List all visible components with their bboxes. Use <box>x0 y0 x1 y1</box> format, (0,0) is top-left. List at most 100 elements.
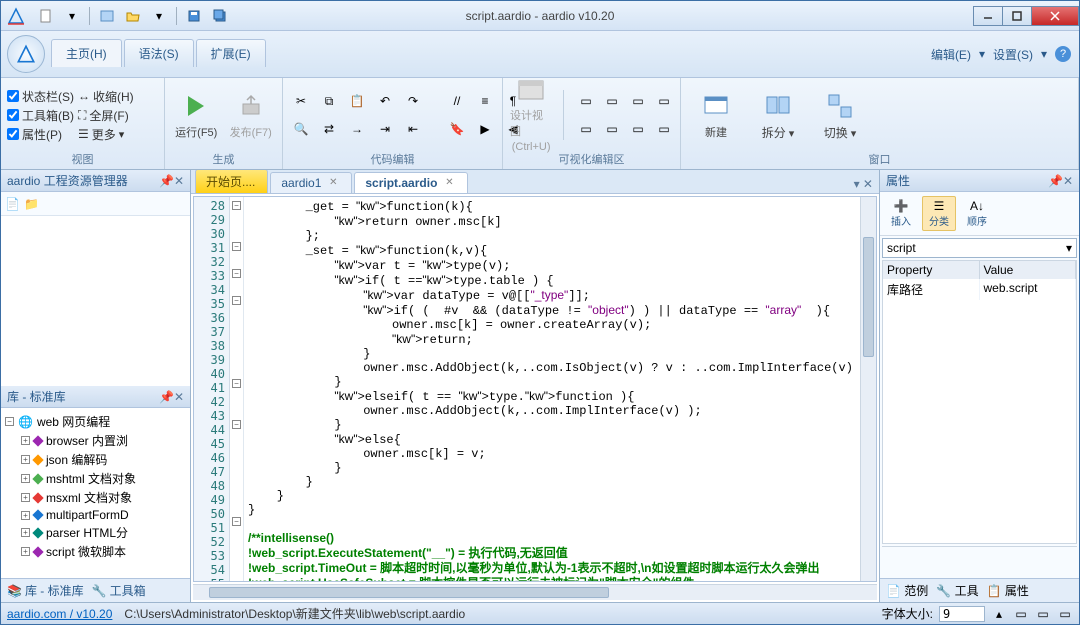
tree-item[interactable]: +mshtml 文档对象 <box>3 469 188 488</box>
align3-icon[interactable]: ▭ <box>626 89 650 113</box>
close-panel-icon[interactable]: ✕ <box>1063 174 1073 188</box>
qat-new-icon[interactable] <box>35 5 57 27</box>
close-tab-icon[interactable]: ✕ <box>443 177 455 189</box>
pin-icon[interactable]: 📌 <box>159 390 174 404</box>
qat-open-icon[interactable] <box>122 5 144 27</box>
code-editor[interactable]: _get = "kw">function(k){ "kw">return own… <box>244 197 860 581</box>
tree-item[interactable]: +script 微软脚本 <box>3 542 188 561</box>
outdent-icon[interactable]: ⇤ <box>401 117 425 141</box>
align2-icon[interactable]: ▭ <box>600 89 624 113</box>
align8-icon[interactable]: ▭ <box>652 117 676 141</box>
copy-icon[interactable]: ⧉ <box>317 89 341 113</box>
tree-item[interactable]: +browser 内置浏 <box>3 431 188 450</box>
prop-classify-button[interactable]: ☰分类 <box>922 196 956 231</box>
tree-root[interactable]: −🌐web 网页编程 <box>3 412 188 431</box>
tabs-dropdown-icon[interactable]: ▾ ✕ <box>848 175 879 193</box>
tree-item[interactable]: +json 编解码 <box>3 450 188 469</box>
sb-icon3[interactable]: ▭ <box>1057 606 1073 622</box>
rtab-tools[interactable]: 🔧 工具 <box>936 582 978 599</box>
align1-icon[interactable]: ▭ <box>574 89 598 113</box>
close-panel-icon[interactable]: ✕ <box>174 174 184 188</box>
check-toolbox[interactable]: 工具箱(B) <box>7 107 74 124</box>
prop-insert-button[interactable]: ➕插入 <box>884 196 918 231</box>
next-bm-icon[interactable]: ▶ <box>473 117 497 141</box>
goto-icon[interactable]: → <box>345 117 369 141</box>
uncomment-icon[interactable]: ≡ <box>473 89 497 113</box>
prop-object-select[interactable]: script▾ <box>882 238 1077 258</box>
cut-icon[interactable]: ✂ <box>289 89 313 113</box>
publish-button[interactable]: 发布(F7) <box>226 82 277 148</box>
check-props[interactable]: 属性(P) <box>7 126 74 143</box>
props-panel-title: 属性 <box>886 172 1048 189</box>
prop-col-property: Property <box>883 261 980 279</box>
close-tab-icon[interactable]: ✕ <box>327 177 339 189</box>
redo-icon[interactable]: ↷ <box>401 89 425 113</box>
chevron-down-icon: ▾ <box>1066 241 1072 255</box>
bottom-tab-toolbox[interactable]: 🔧 工具箱 <box>92 582 146 599</box>
prop-row-value[interactable]: web.script <box>980 279 1077 300</box>
sb-icon2[interactable]: ▭ <box>1035 606 1051 622</box>
close-panel-icon[interactable]: ✕ <box>174 390 184 404</box>
sb-icon1[interactable]: ▭ <box>1013 606 1029 622</box>
bookmark-icon[interactable]: 🔖 <box>445 117 469 141</box>
undo-icon[interactable]: ↶ <box>373 89 397 113</box>
qat-save-icon[interactable] <box>183 5 205 27</box>
minimize-button[interactable] <box>973 6 1003 26</box>
vertical-scrollbar[interactable] <box>860 197 876 581</box>
comment-icon[interactable]: // <box>445 89 469 113</box>
btn-collapse[interactable]: ↔收缩(H) <box>78 88 134 105</box>
replace-icon[interactable]: ⇄ <box>317 117 341 141</box>
group-view-label: 视图 <box>7 149 158 169</box>
tab-syntax[interactable]: 语法(S) <box>124 39 194 67</box>
tree-item[interactable]: +multipartFormD <box>3 507 188 523</box>
maximize-button[interactable] <box>1002 6 1032 26</box>
pin-icon[interactable]: 📌 <box>1048 174 1063 188</box>
qat-dropdown2-icon[interactable]: ▾ <box>148 5 170 27</box>
indent-icon[interactable]: ⇥ <box>373 117 397 141</box>
font-size-input[interactable]: 9 <box>939 606 985 622</box>
check-statusbar[interactable]: 状态栏(S) <box>7 88 74 105</box>
tab-home[interactable]: 主页(H) <box>51 39 122 67</box>
status-link[interactable]: aardio.com / v10.20 <box>7 607 112 621</box>
prop-order-button[interactable]: A↓顺序 <box>960 196 994 231</box>
doc-tab-aardio1[interactable]: aardio1✕ <box>270 172 352 193</box>
find-icon[interactable]: 🔍 <box>289 117 313 141</box>
project-tb2-icon[interactable]: 📁 <box>24 197 39 211</box>
btn-more[interactable]: ☰更多▾ <box>78 126 134 143</box>
help-icon[interactable]: ? <box>1055 46 1071 62</box>
align6-icon[interactable]: ▭ <box>600 117 624 141</box>
tab-extend[interactable]: 扩展(E) <box>196 39 266 67</box>
switch-button[interactable]: 切换 ▾ <box>811 82 869 148</box>
align7-icon[interactable]: ▭ <box>626 117 650 141</box>
align5-icon[interactable]: ▭ <box>574 117 598 141</box>
tree-item[interactable]: +msxml 文档对象 <box>3 488 188 507</box>
menu-settings[interactable]: 设置(S) <box>993 46 1033 63</box>
pin-icon[interactable]: 📌 <box>159 174 174 188</box>
menu-edit[interactable]: 编辑(E) <box>931 46 971 63</box>
fold-column[interactable]: −−−−−−− <box>230 197 244 581</box>
app-menu-button[interactable] <box>7 35 45 73</box>
qat-saveall-icon[interactable] <box>209 5 231 27</box>
split-button[interactable]: 拆分 ▾ <box>749 82 807 148</box>
new-window-button[interactable]: 新建 <box>687 82 745 148</box>
project-panel-title: aardio 工程资源管理器 <box>7 172 159 189</box>
close-button[interactable] <box>1031 6 1079 26</box>
align4-icon[interactable]: ▭ <box>652 89 676 113</box>
bottom-tab-lib[interactable]: 📚 库 - 标准库 <box>7 582 84 599</box>
tree-item[interactable]: +parser HTML分 <box>3 523 188 542</box>
rtab-props[interactable]: 📋 属性 <box>987 582 1029 599</box>
group-build-label: 生成 <box>171 149 276 169</box>
designview-button[interactable]: 设计视图 (Ctrl+U) <box>509 82 553 148</box>
doc-tab-start[interactable]: 开始页.... <box>195 170 268 193</box>
paste-icon[interactable]: 📋 <box>345 89 369 113</box>
qat-window-icon[interactable] <box>96 5 118 27</box>
horizontal-scrollbar[interactable] <box>193 584 877 600</box>
btn-fullscreen[interactable]: ⛶全屏(F) <box>78 107 134 124</box>
rtab-examples[interactable]: 📄 范例 <box>886 582 928 599</box>
run-button[interactable]: 运行(F5) <box>171 82 222 148</box>
sb-up-icon[interactable]: ▴ <box>991 606 1007 622</box>
doc-tab-script[interactable]: script.aardio✕ <box>354 172 468 193</box>
qat-dropdown-icon[interactable]: ▾ <box>61 5 83 27</box>
project-tb1-icon[interactable]: 📄 <box>5 197 20 211</box>
prop-row-name: 库路径 <box>883 279 980 300</box>
